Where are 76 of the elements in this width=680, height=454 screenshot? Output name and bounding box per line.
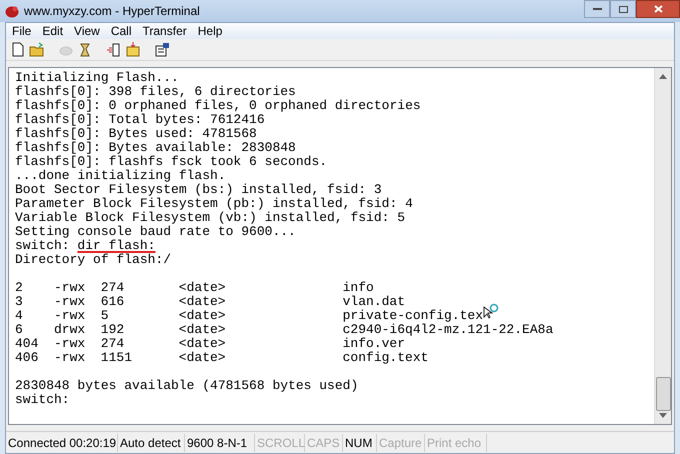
menu-item[interactable]: File — [12, 22, 32, 40]
app-icon — [5, 4, 20, 18]
listing-cell-text: 274 — [100, 281, 126, 295]
listing-cell-text: 6 — [15, 323, 24, 337]
status-pane: Print echo — [425, 434, 487, 452]
listing-cell: private-config.tex — [342, 309, 484, 323]
terminal-line: flashfs[0]: flashfs fsck took 6 seconds. — [15, 155, 328, 169]
listing-cell-text: -rwx — [54, 281, 86, 295]
terminal-line: Directory of flash:/ — [15, 253, 172, 267]
maximize-button[interactable] — [610, 0, 636, 18]
terminal-line: flashfs[0]: Bytes used: 4781568 — [15, 127, 257, 141]
terminal-line: 2830848 bytes available (4781568 bytes used) — [15, 379, 358, 393]
status-pane: Capture — [377, 434, 425, 452]
close-button[interactable] — [636, 0, 680, 18]
terminal-line: Boot Sector Filesystem (bs:) installed, fsid: 3 — [15, 183, 382, 197]
status-pane: 9600 8-N-1 — [185, 434, 255, 452]
listing-cell: c2940-i6q4l2-mz.121-22.EA8a — [342, 323, 554, 337]
listing-cell-text: 192 — [100, 323, 126, 337]
listing-cell: info — [342, 281, 374, 295]
listing-cell-text: -rwx — [54, 309, 86, 323]
listing-cell-text: <date> — [178, 323, 227, 337]
document-icon[interactable] — [10, 42, 26, 58]
listing-cell-text: <date> — [178, 295, 227, 309]
menu-item[interactable]: View — [74, 22, 100, 40]
listing-cell-text: 404 — [15, 337, 40, 351]
listing-cell-text: 406 — [15, 351, 40, 365]
listing-cell-text: 1151 — [100, 351, 134, 365]
terminal-line: Setting console baud rate to 9600... — [15, 225, 296, 239]
prompt-text: switch: — [15, 239, 70, 253]
listing-cell: vlan.dat — [342, 295, 406, 309]
listing-cell-text: 4 — [15, 309, 24, 323]
listing-cell-text: <date> — [178, 281, 227, 295]
terminal-line: flashfs[0]: Total bytes: 7612416 — [15, 113, 265, 127]
terminal-line: Variable Block Filesystem (vb:) installed, fsid: 5 — [15, 211, 406, 225]
window-title: www.myxzy.com - HyperTerminal — [24, 3, 200, 20]
listing-cell-text: 274 — [100, 337, 126, 351]
close-icon — [654, 5, 662, 13]
receive-file-icon[interactable] — [125, 42, 141, 58]
status-pane: SCROLL — [255, 434, 305, 452]
listing-cell-text: -rwx — [54, 351, 86, 365]
status-pane: Connected 00:20:19 — [6, 434, 118, 452]
up-arrow-icon[interactable] — [659, 74, 667, 79]
menu-item[interactable]: Edit — [42, 22, 64, 40]
terminal-line: switch: — [15, 393, 70, 407]
menu-item[interactable]: Help — [198, 22, 222, 40]
terminal-line: flashfs[0]: 398 files, 6 directories — [15, 85, 296, 99]
status-pane: NUM — [343, 434, 377, 452]
listing-cell-text: -rwx — [54, 337, 86, 351]
terminal-line: Initializing Flash... — [15, 71, 179, 85]
listing-cell-text: <date> — [178, 351, 227, 365]
properties-icon[interactable] — [154, 42, 170, 58]
status-pane: Auto detect — [118, 434, 185, 452]
down-arrow-icon[interactable] — [659, 413, 667, 418]
listing-cell-text: <date> — [178, 337, 227, 351]
terminal-line: ...done initializing flash. — [15, 169, 226, 183]
listing-cell-text: 3 — [15, 295, 24, 309]
listing-cell: config.text — [342, 351, 428, 365]
listing-cell-text: drwx — [54, 323, 86, 337]
menu-item[interactable]: Call — [110, 22, 132, 40]
listing-cell-text: 616 — [100, 295, 126, 309]
send-file-icon[interactable] — [106, 42, 122, 58]
menu-item[interactable]: Transfer — [142, 22, 187, 40]
listing-cell-text: <date> — [178, 309, 227, 323]
minimize-button[interactable] — [584, 0, 610, 18]
listing-cell-text: 2 — [15, 281, 24, 295]
status-pane: CAPS — [305, 434, 343, 452]
scrollbar-thumb[interactable] — [656, 377, 670, 411]
folder-icon[interactable] — [29, 42, 45, 58]
listing-cell-text: -rwx — [54, 295, 86, 309]
listing-cell-text: 5 — [100, 309, 110, 323]
listing-cell: info.ver — [342, 337, 406, 351]
command-text: dir flash: — [77, 239, 156, 253]
terminal-line: flashfs[0]: Bytes available: 2830848 — [15, 141, 296, 155]
terminal-line: Parameter Block Filesystem (pb:) installed, fsid: 4 — [15, 197, 413, 211]
scrollbar[interactable] — [654, 68, 671, 424]
terminal-line: flashfs[0]: 0 orphaned files, 0 orphaned directories — [15, 99, 421, 113]
